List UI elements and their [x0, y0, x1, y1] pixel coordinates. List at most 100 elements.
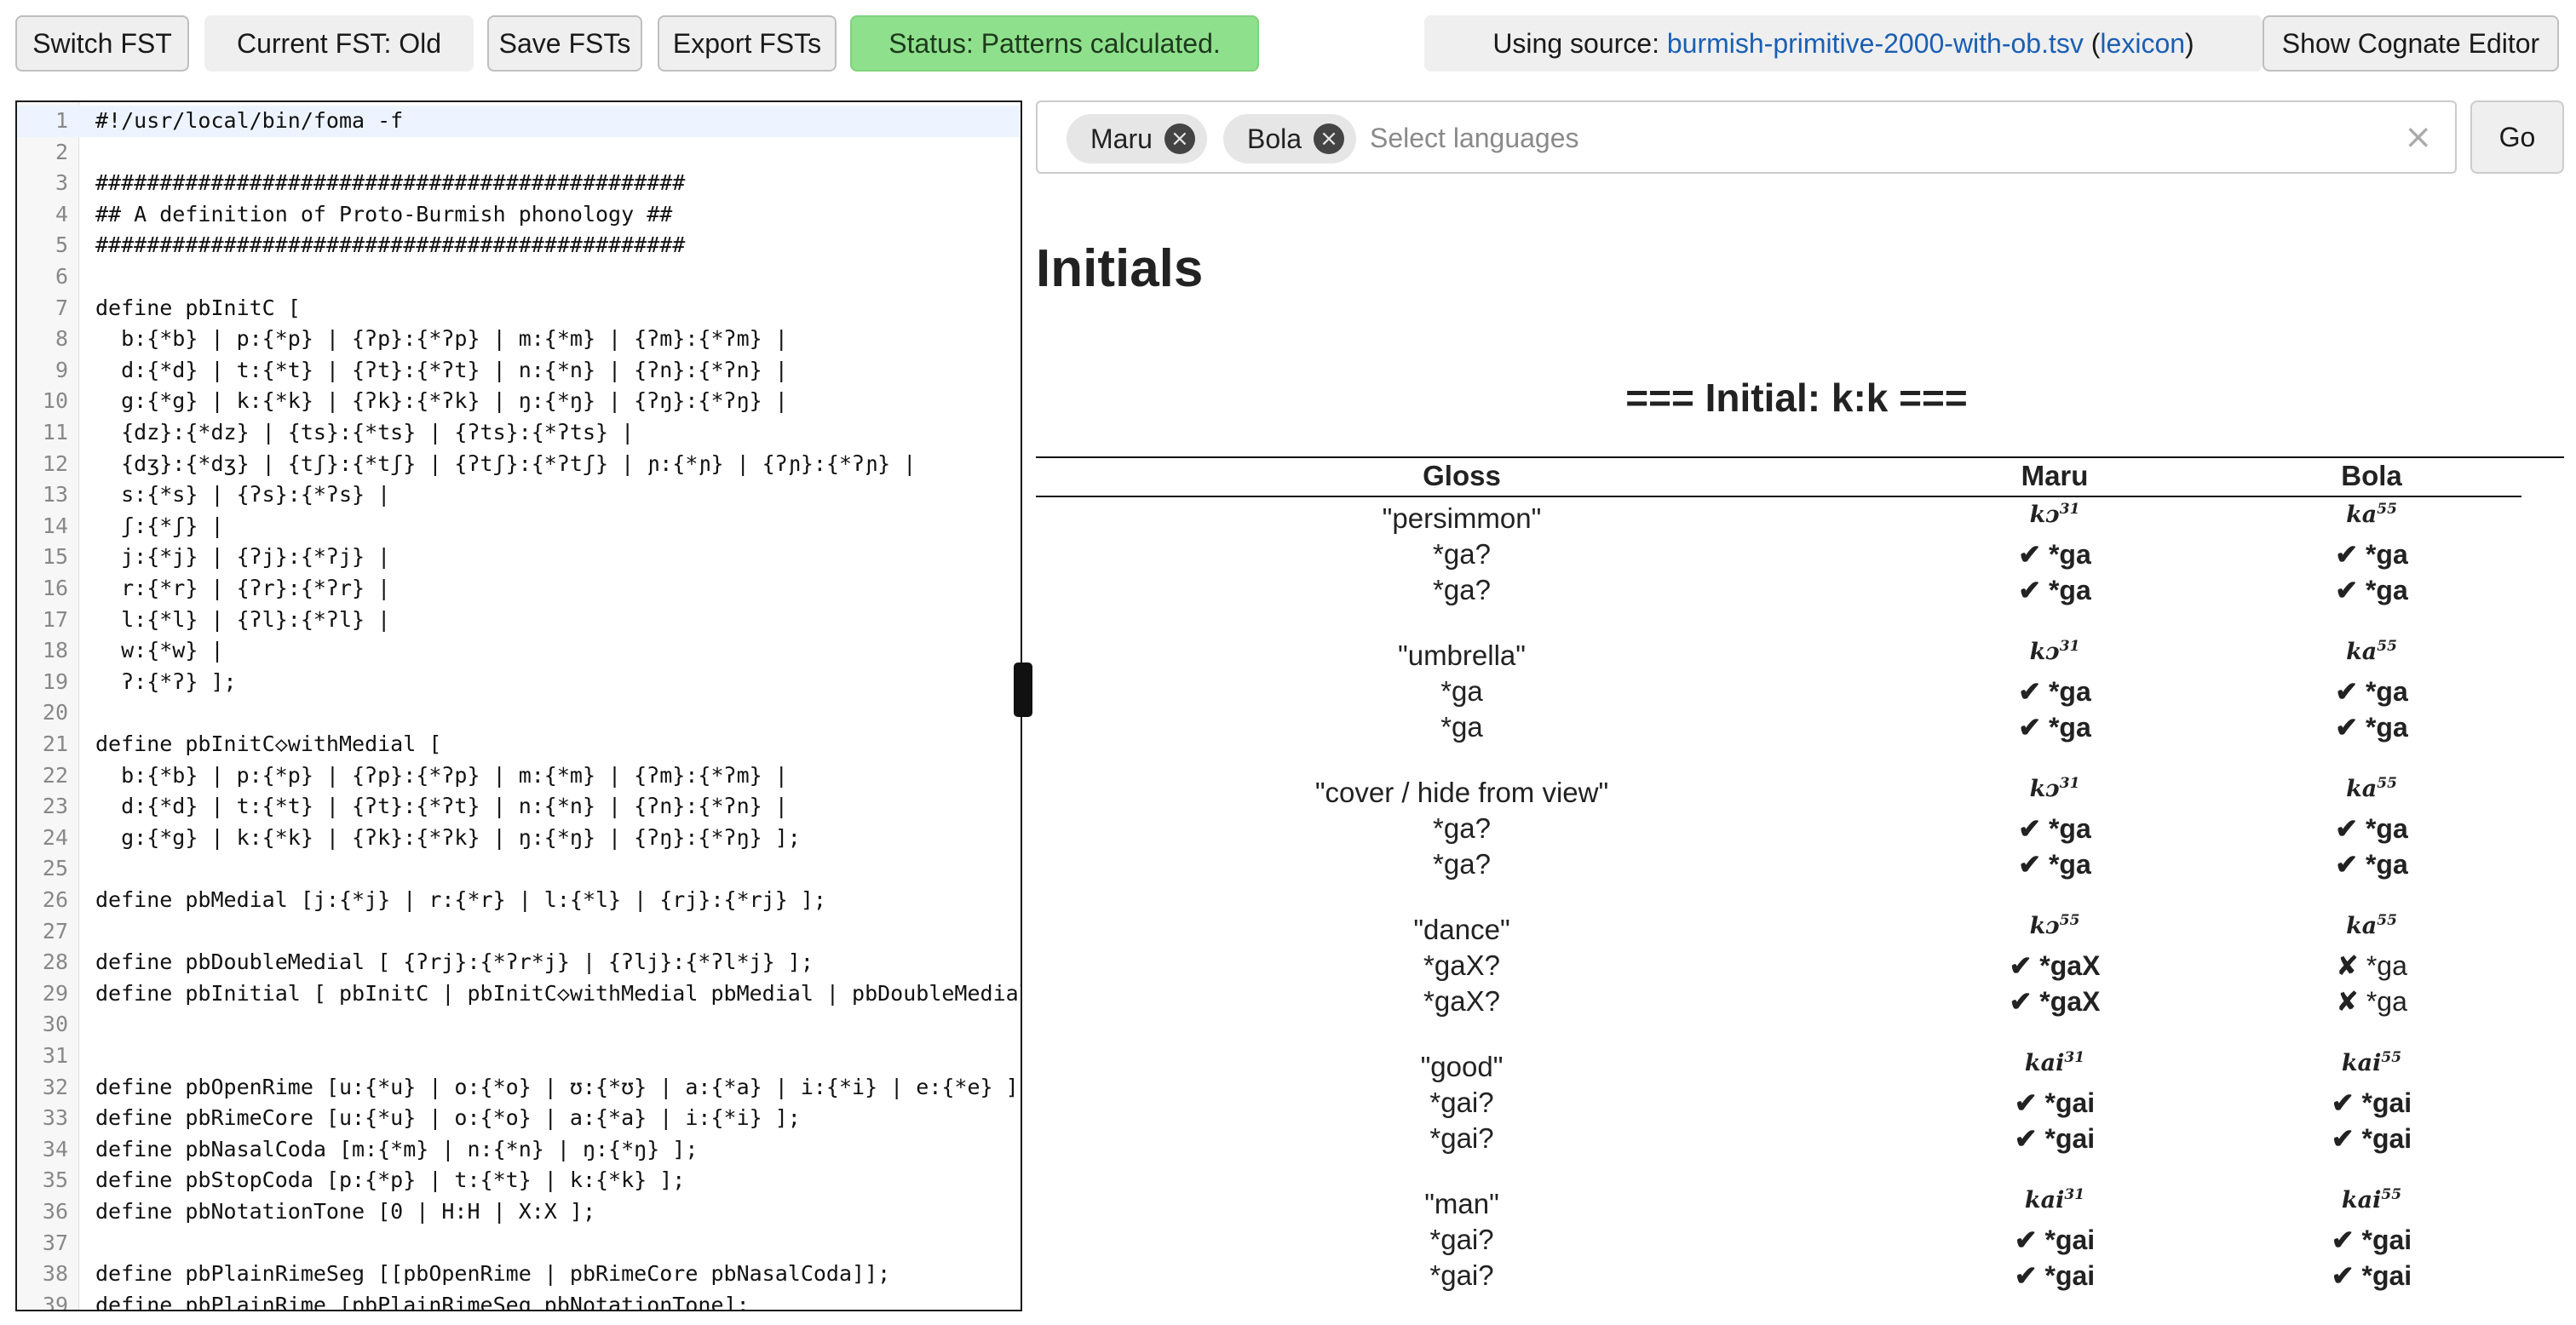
- code-line[interactable]: 23 d:{*d} | t:{*t} | {ʔt}:{*ʔt} | n:{*n}…: [17, 791, 1021, 823]
- code-line[interactable]: 15 j:{*j} | {ʔj}:{*ʔj} |: [17, 542, 1021, 573]
- code-line[interactable]: 10 g:{*g} | k:{*k} | {ʔk}:{*ʔk} | ŋ:{*ŋ}…: [17, 386, 1021, 417]
- code-line[interactable]: 24 g:{*g} | k:{*k} | {ʔk}:{*ʔk} | ŋ:{*ŋ}…: [17, 823, 1021, 854]
- line-number: 36: [42, 1199, 68, 1224]
- maru-match-cell: ✔ *ga: [1969, 574, 2140, 606]
- code-line[interactable]: 29 define pbInitial [ pbInitC | pbInitC◇w…: [17, 978, 1021, 1010]
- check-icon: ✔: [2014, 1123, 2038, 1154]
- code-text: ## A definition of Proto-Burmish phonolo…: [95, 201, 673, 227]
- code-line[interactable]: 4 ## A definition of Proto-Burmish phonol…: [17, 199, 1021, 231]
- table-top-rule: [1036, 456, 2564, 458]
- proto-form-cell: *ga?: [1433, 848, 1491, 880]
- code-line[interactable]: 12 {dʒ}:{*dʒ} | {tʃ}:{*tʃ} | {ʔtʃ}:{*ʔtʃ…: [17, 449, 1021, 480]
- maru-match-cell: ✔ *gaX: [1969, 985, 2140, 1018]
- code-line[interactable]: 35 define pbStopCoda [p:{*p} | t:{*t} | k…: [17, 1165, 1021, 1196]
- current-fst-button[interactable]: Current FST: Old: [204, 15, 474, 72]
- code-line[interactable]: 26 define pbMedial [j:{*j} | r:{*r} | l:{…: [17, 885, 1021, 916]
- language-search-input[interactable]: Select languages: [1370, 123, 1579, 154]
- check-icon: ✔: [2331, 1087, 2355, 1118]
- bola-match-cell: ✔ *ga: [2286, 812, 2457, 845]
- tone-superscript: 55: [2377, 501, 2397, 518]
- code-line[interactable]: 18 w:{*w} |: [17, 635, 1021, 667]
- line-number: 30: [42, 1012, 68, 1037]
- proto-form-cell: *gai?: [1429, 1122, 1494, 1154]
- proto-form-cell: *gaX?: [1423, 949, 1500, 981]
- match-value: *ga: [2365, 539, 2408, 570]
- language-select[interactable]: Maru × Bola × Select languages ×: [1036, 100, 2457, 174]
- code-line[interactable]: 6: [17, 261, 1021, 293]
- code-line[interactable]: 19 ʔ:{*ʔ} ];: [17, 667, 1021, 698]
- code-line[interactable]: 20: [17, 697, 1021, 729]
- code-line[interactable]: 38 define pbPlainRimeSeg [[pbOpenRime | p…: [17, 1259, 1021, 1290]
- code-text: g:{*g} | k:{*k} | {ʔk}:{*ʔk} | ŋ:{*ŋ} | …: [95, 388, 788, 414]
- code-line[interactable]: 2: [17, 137, 1021, 169]
- code-line[interactable]: 21 define pbInitC◇withMedial [: [17, 729, 1021, 760]
- code-text: b:{*b} | p:{*p} | {ʔp}:{*ʔp} | m:{*m} | …: [95, 326, 788, 352]
- code-line[interactable]: 30: [17, 1009, 1021, 1041]
- source-file-link[interactable]: burmish-primitive-2000-with-ob.tsv: [1667, 28, 2084, 60]
- chip-remove-icon[interactable]: ×: [1314, 123, 1345, 154]
- code-line[interactable]: 16 r:{*r} | {ʔr}:{*ʔr} |: [17, 573, 1021, 605]
- code-line[interactable]: 39 define pbPlainRime [pbPlainRimeSeg pbN…: [17, 1290, 1021, 1311]
- code-line[interactable]: 5 #######################################…: [17, 230, 1021, 261]
- line-number: 10: [42, 388, 68, 414]
- code-line[interactable]: 28 define pbDoubleMedial [ {ʔrj}:{*ʔr*j} …: [17, 947, 1021, 978]
- proto-form-cell: *ga: [1440, 675, 1483, 707]
- go-button[interactable]: Go: [2470, 100, 2564, 174]
- tone-superscript: 55: [2381, 1186, 2402, 1203]
- clear-icon[interactable]: ×: [2404, 118, 2433, 157]
- code-line[interactable]: 33 define pbRimeCore [u:{*u} | o:{*o} | a…: [17, 1103, 1021, 1134]
- cross-icon: ✘: [2336, 950, 2359, 981]
- code-text: ʔ:{*ʔ} ];: [95, 668, 237, 694]
- code-line[interactable]: 34 define pbNasalCoda [m:{*m} | n:{*n} | …: [17, 1134, 1021, 1166]
- code-line[interactable]: 3 #######################################…: [17, 168, 1021, 199]
- line-number: 26: [42, 887, 68, 912]
- table-header-rule: [1036, 496, 2521, 497]
- code-line[interactable]: 32 define pbOpenRime [u:{*u} | o:{*o} | ʊ…: [17, 1072, 1021, 1104]
- code-line[interactable]: 8 b:{*b} | p:{*p} | {ʔp}:{*ʔp} | m:{*m} …: [17, 324, 1021, 355]
- check-icon: ✔: [2018, 712, 2042, 743]
- maru-match-cell: ✔ *gaX: [1969, 949, 2140, 982]
- source-prefix: Using source:: [1492, 27, 1659, 59]
- code-line[interactable]: 1 #!/usr/local/bin/foma -f: [17, 106, 1021, 137]
- save-fsts-button[interactable]: Save FSTs: [487, 15, 642, 72]
- match-value: *ga: [2365, 676, 2408, 707]
- code-text: l:{*l} | {ʔl}:{*ʔl} |: [95, 606, 391, 632]
- code-text: define pbPlainRimeSeg [[pbOpenRime | pbR…: [95, 1261, 891, 1287]
- resize-handle[interactable]: [1014, 662, 1032, 717]
- source-lexicon-link[interactable]: lexicon: [2100, 28, 2185, 60]
- code-line[interactable]: 11 {dz}:{*dz} | {ts}:{*ts} | {ʔts}:{*ʔts…: [17, 417, 1021, 449]
- line-number: 27: [42, 918, 68, 944]
- check-icon: ✔: [2009, 986, 2033, 1017]
- switch-fst-button[interactable]: Switch FST: [15, 15, 189, 72]
- export-fsts-button[interactable]: Export FSTs: [658, 15, 837, 72]
- code-line[interactable]: 37: [17, 1228, 1021, 1259]
- code-line[interactable]: 36 define pbNotationTone [0 | H:H | X:X ]…: [17, 1196, 1021, 1228]
- code-line[interactable]: 27: [17, 916, 1021, 948]
- line-number: 4: [55, 201, 68, 227]
- line-number: 12: [42, 450, 68, 476]
- code-text: g:{*g} | k:{*k} | {ʔk}:{*ʔk} | ŋ:{*ŋ} | …: [95, 824, 801, 850]
- match-value: *gai: [2361, 1123, 2412, 1154]
- maru-match-cell: ✔ *gai: [1969, 1087, 2140, 1119]
- match-value: *gai: [2361, 1260, 2412, 1291]
- bola-form-cell: kai55: [2286, 1186, 2457, 1213]
- code-line[interactable]: 22 b:{*b} | p:{*p} | {ʔp}:{*ʔp} | m:{*m}…: [17, 760, 1021, 792]
- code-line[interactable]: 25: [17, 853, 1021, 885]
- code-editor[interactable]: 1 #!/usr/local/bin/foma -f 2 3 #############…: [15, 100, 1022, 1311]
- form-text: kai: [2341, 1187, 2382, 1213]
- code-line[interactable]: 7 define pbInitC [: [17, 293, 1021, 324]
- match-value: *ga: [2048, 539, 2091, 570]
- code-line[interactable]: 17 l:{*l} | {ʔl}:{*ʔl} |: [17, 605, 1021, 636]
- check-icon: ✔: [2335, 676, 2359, 707]
- code-line[interactable]: 31: [17, 1041, 1021, 1072]
- gloss-cell: "umbrella": [1398, 640, 1526, 671]
- code-line[interactable]: 13 s:{*s} | {ʔs}:{*ʔs} |: [17, 479, 1021, 511]
- show-cognate-editor-button[interactable]: Show Cognate Editor: [2263, 15, 2559, 72]
- code-line[interactable]: 14 ʃ:{*ʃ} |: [17, 511, 1021, 542]
- chip-remove-icon[interactable]: ×: [1164, 123, 1195, 154]
- code-text: define pbMedial [j:{*j} | r:{*r} | l:{*l…: [95, 887, 826, 912]
- maru-form-cell: kɔ31: [1969, 775, 2140, 802]
- code-line[interactable]: 9 d:{*d} | t:{*t} | {ʔt}:{*ʔt} | n:{*n} …: [17, 355, 1021, 387]
- code-text: define pbPlainRime [pbPlainRimeSeg pbNot…: [95, 1292, 750, 1311]
- proto-form-cell: *gai?: [1429, 1259, 1494, 1291]
